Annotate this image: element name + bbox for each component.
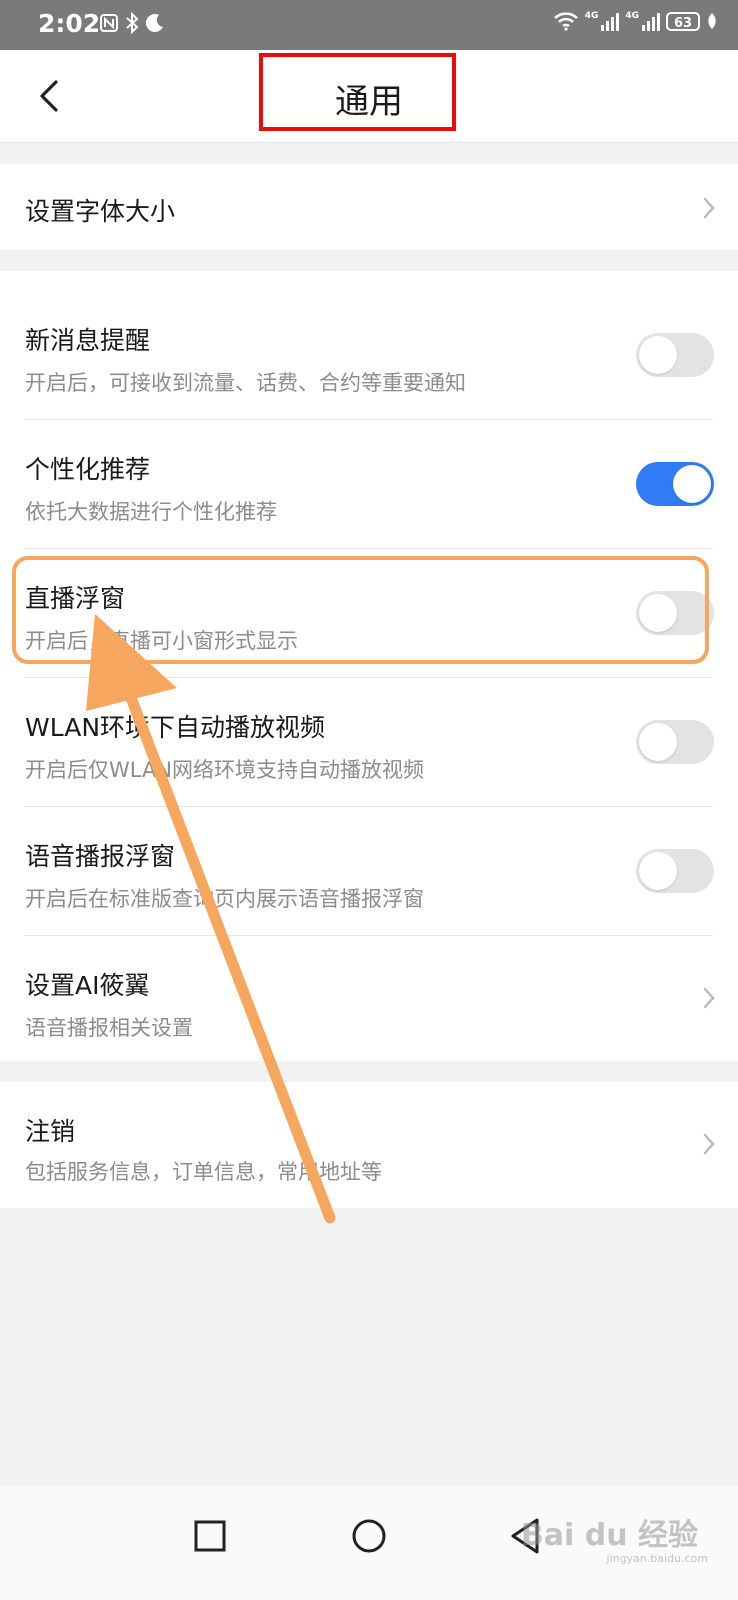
leaf-icon <box>708 13 716 29</box>
watermark-brand: Bai du 经验 <box>520 1518 698 1553</box>
settings-item-description: 包括服务信息，订单信息，常用地址等 <box>25 1160 382 1184</box>
wlan-autoplay-toggle[interactable] <box>636 720 714 764</box>
battery-icon: 63 <box>666 11 700 31</box>
settings-item-description: 开启后仅WLAN网络环境支持自动播放视频 <box>25 758 425 782</box>
settings-item-personalized: 个性化推荐 依托大数据进行个性化推荐 <box>0 420 738 548</box>
settings-item-label: 个性化推荐 <box>25 455 151 484</box>
settings-item-wlan-autoplay: WLAN环境下自动播放视频 开启后仅WLAN网络环境支持自动播放视频 <box>0 678 738 806</box>
moon-icon <box>145 14 163 33</box>
settings-item-description: 依托大数据进行个性化推荐 <box>25 500 277 524</box>
personalized-toggle[interactable] <box>636 462 714 506</box>
settings-item-label: 设置字体大小 <box>25 197 176 226</box>
settings-item-ai-assistant[interactable]: 设置AI筱翼 语音播报相关设置 <box>0 936 738 1061</box>
settings-item-description: 开启后在标准版查询页内展示语音播报浮窗 <box>25 887 424 911</box>
status-bar: 2:02 4G 4G 63 <box>0 0 738 50</box>
recent-apps-icon[interactable] <box>180 1506 240 1566</box>
settings-item-cancel-account[interactable]: 注销 包括服务信息，订单信息，常用地址等 <box>0 1082 738 1208</box>
section-font: 设置字体大小 <box>0 164 738 250</box>
home-icon[interactable] <box>339 1506 399 1566</box>
settings-item-font-size[interactable]: 设置字体大小 <box>0 164 738 250</box>
signal-icon: 4G <box>585 11 620 31</box>
nfc-icon <box>100 14 118 32</box>
bluetooth-icon <box>126 12 139 34</box>
chevron-right-icon <box>703 197 715 219</box>
section-toggles: 新消息提醒 开启后，可接收到流量、话费、合约等重要通知 个性化推荐 依托大数据进… <box>0 271 738 1061</box>
settings-item-description: 开启后，可接收到流量、话费、合约等重要通知 <box>25 371 466 395</box>
chevron-right-icon <box>703 987 715 1009</box>
settings-item-description: 语音播报相关设置 <box>25 1016 193 1040</box>
section-account: 注销 包括服务信息，订单信息，常用地址等 <box>0 1082 738 1208</box>
settings-item-label: WLAN环境下自动播放视频 <box>25 713 326 742</box>
settings-item-new-message: 新消息提醒 开启后，可接收到流量、话费、合约等重要通知 <box>0 271 738 419</box>
status-icons-right: 4G 4G 63 <box>553 11 718 31</box>
wifi-icon <box>553 12 578 31</box>
new-message-toggle[interactable] <box>636 333 714 377</box>
settings-item-voice-float: 语音播报浮窗 开启后在标准版查询页内展示语音播报浮窗 <box>0 807 738 935</box>
signal-icon: 4G <box>625 11 660 31</box>
status-icons-left <box>99 12 165 34</box>
settings-item-label: 语音播报浮窗 <box>25 842 176 871</box>
voice-float-toggle[interactable] <box>636 849 714 893</box>
watermark-url: jingyan.baidu.com <box>606 1552 708 1565</box>
settings-item-label: 新消息提醒 <box>25 326 151 355</box>
settings-item-label: 注销 <box>25 1117 76 1146</box>
title-highlight-box <box>259 53 456 131</box>
settings-item-label: 设置AI筱翼 <box>25 971 150 1000</box>
chevron-right-icon <box>703 1133 715 1155</box>
status-time: 2:02 <box>38 9 101 38</box>
highlight-box <box>12 556 709 664</box>
